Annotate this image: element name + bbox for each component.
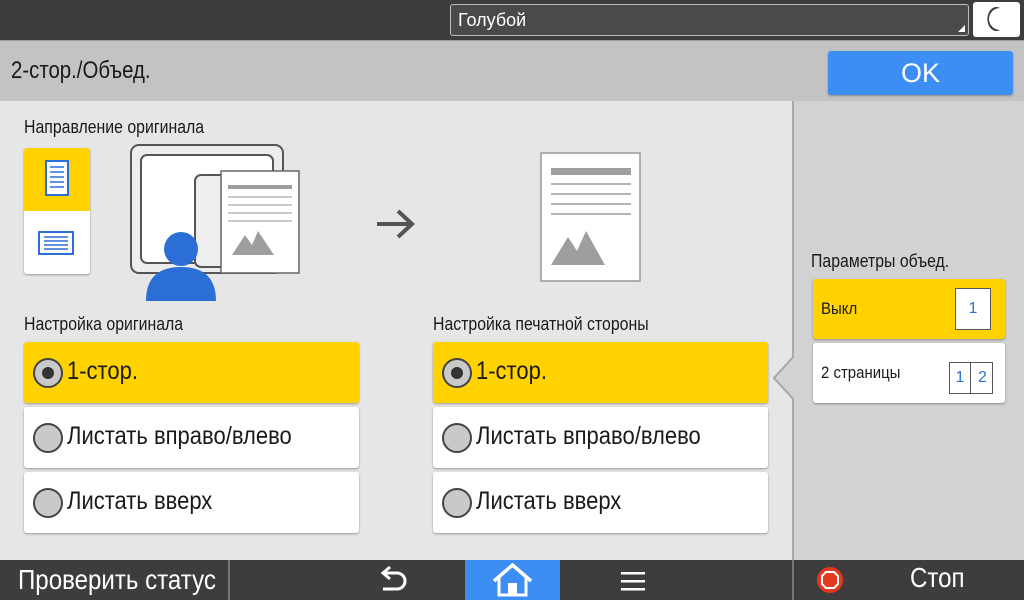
landscape-orientation-button[interactable]: [24, 211, 90, 274]
single-page-icon: 1: [955, 288, 991, 330]
original-option-flip-up[interactable]: Листать вверх: [24, 472, 359, 533]
radio-selected-icon: [442, 358, 472, 388]
combine-label: Параметры объед.: [811, 251, 950, 271]
radio-selected-icon: [33, 358, 63, 388]
stop-icon: [817, 567, 843, 593]
page-number: 2: [978, 369, 987, 386]
page-number: 1: [968, 300, 978, 317]
combine-side-panel: Параметры объед. Выкл 1 2 страницы 1 2: [772, 101, 1024, 560]
combine-option-label: Выкл: [821, 299, 858, 318]
orientation-group: [24, 148, 90, 274]
output-page-illustration: [540, 152, 641, 282]
original-option-flip-left-right[interactable]: Листать вправо/влево: [24, 407, 359, 468]
print-option-1-sided[interactable]: 1-стор.: [433, 342, 768, 403]
panel-pointer-icon: [772, 356, 794, 400]
menu-icon[interactable]: [620, 570, 646, 592]
dropdown-corner-icon: [958, 25, 965, 32]
portrait-orientation-button[interactable]: [24, 148, 90, 211]
print-side-settings-label: Настройка печатной стороны: [433, 314, 649, 334]
two-pages-icon: 1 2: [949, 362, 993, 394]
night-mode-button[interactable]: [973, 2, 1020, 37]
radio-icon: [33, 423, 63, 453]
scanner-illustration: [130, 144, 300, 301]
stop-label: Стоп: [910, 562, 965, 593]
combine-option-2-pages[interactable]: 2 страницы 1 2: [813, 343, 1005, 403]
top-bar: Голубой: [0, 0, 1024, 40]
home-icon: [492, 562, 533, 597]
home-button[interactable]: [465, 560, 560, 600]
arrow-right-icon: [377, 209, 415, 239]
page-number: 1: [950, 363, 971, 393]
combine-option-off[interactable]: Выкл 1: [813, 279, 1005, 339]
option-label: Листать вправо/влево: [476, 422, 701, 450]
original-settings-label: Настройка оригинала: [24, 314, 184, 334]
option-label: Листать вверх: [67, 487, 213, 515]
bottom-bar: Проверить статус Стоп: [0, 560, 1024, 600]
theme-select[interactable]: Голубой: [450, 4, 969, 36]
check-status-button[interactable]: Проверить статус: [0, 560, 230, 600]
stop-button[interactable]: Стоп: [792, 560, 1024, 600]
page-title: 2-стор./Объед.: [11, 57, 151, 84]
back-icon[interactable]: [373, 566, 411, 594]
combine-option-label: 2 страницы: [821, 363, 901, 382]
print-option-flip-left-right[interactable]: Листать вправо/влево: [433, 407, 768, 468]
moon-icon: [987, 7, 1000, 32]
check-status-label: Проверить статус: [18, 564, 216, 595]
radio-icon: [442, 423, 472, 453]
original-direction-label: Направление оригинала: [24, 117, 205, 137]
print-option-flip-up[interactable]: Листать вверх: [433, 472, 768, 533]
radio-icon: [33, 488, 63, 518]
theme-select-value: Голубой: [458, 10, 527, 30]
radio-icon: [442, 488, 472, 518]
option-label: 1-стор.: [67, 357, 138, 385]
option-label: 1-стор.: [476, 357, 547, 385]
portrait-orientation-icon: [45, 160, 69, 196]
option-label: Листать вверх: [476, 487, 622, 515]
ok-button[interactable]: OK: [828, 51, 1013, 95]
landscape-orientation-icon: [38, 231, 74, 255]
original-option-1-sided[interactable]: 1-стор.: [24, 342, 359, 403]
option-label: Листать вправо/влево: [67, 422, 292, 450]
header: 2-стор./Объед. OK: [0, 40, 1024, 101]
